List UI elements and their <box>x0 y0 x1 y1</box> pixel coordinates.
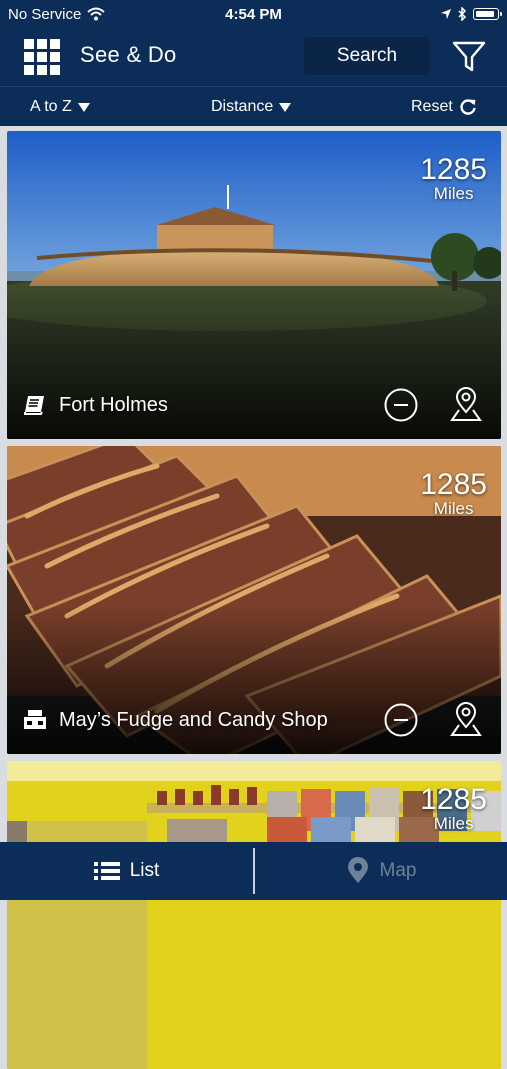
distance-badge: 1285 Miles <box>420 155 487 203</box>
distance-value: 1285 <box>420 153 487 186</box>
sort-bar: A to Z Distance Reset <box>0 86 507 126</box>
tab-list-label: List <box>129 860 160 881</box>
bottom-tab-bar: List Map <box>0 842 507 900</box>
listing-card[interactable]: 1285 Miles May’s Fudge and Candy Shop <box>7 446 501 754</box>
status-bar: No Service 4:54 PM <box>0 0 507 28</box>
map-pin-icon <box>347 857 368 883</box>
listing-card[interactable]: 1285 Miles Fort Holmes <box>7 131 501 439</box>
status-left: No Service <box>8 5 106 23</box>
grid-menu-icon[interactable] <box>24 39 60 75</box>
reset-button[interactable]: Reset <box>411 98 477 116</box>
page-title: See & Do <box>80 42 177 67</box>
list-icon <box>93 862 120 880</box>
sort-a-to-z-label: A to Z <box>30 98 72 115</box>
distance-value: 1285 <box>420 468 487 501</box>
carrier-label: No Service <box>8 5 82 23</box>
remove-button[interactable] <box>384 388 418 422</box>
battery-icon <box>473 8 502 20</box>
distance-badge: 1285 Miles <box>420 470 487 518</box>
remove-button[interactable] <box>384 703 418 737</box>
wifi-icon <box>87 7 106 21</box>
location-arrow-icon <box>441 9 451 19</box>
filter-icon[interactable] <box>451 40 487 74</box>
book-icon <box>24 396 44 415</box>
distance-badge: 1285 Miles <box>420 785 487 833</box>
map-pin-button[interactable] <box>449 701 483 737</box>
reset-label: Reset <box>411 98 453 115</box>
tab-list[interactable]: List <box>0 842 253 900</box>
distance-value: 1285 <box>420 783 487 816</box>
status-right <box>440 7 502 21</box>
sort-distance-label: Distance <box>211 98 274 115</box>
chevron-down-icon <box>279 102 292 112</box>
card-title: Fort Holmes <box>59 394 168 416</box>
listing-card[interactable]: 1285 Miles <box>7 761 501 1069</box>
sort-a-to-z[interactable]: A to Z <box>30 98 90 116</box>
tab-map[interactable]: Map <box>255 842 507 900</box>
card-title: May’s Fudge and Candy Shop <box>59 709 328 731</box>
tab-map-label: Map <box>379 860 417 881</box>
refresh-icon <box>460 99 476 115</box>
chevron-down-icon <box>77 102 90 112</box>
map-pin-button[interactable] <box>449 386 483 422</box>
sort-distance[interactable]: Distance <box>211 98 292 116</box>
distance-unit: Miles <box>433 184 474 203</box>
bluetooth-icon <box>458 7 467 21</box>
search-button[interactable]: Search <box>304 37 430 75</box>
distance-unit: Miles <box>433 499 474 518</box>
distance-unit: Miles <box>433 814 474 833</box>
nav-bar: See & Do Search <box>0 28 507 86</box>
shop-icon <box>24 710 46 729</box>
